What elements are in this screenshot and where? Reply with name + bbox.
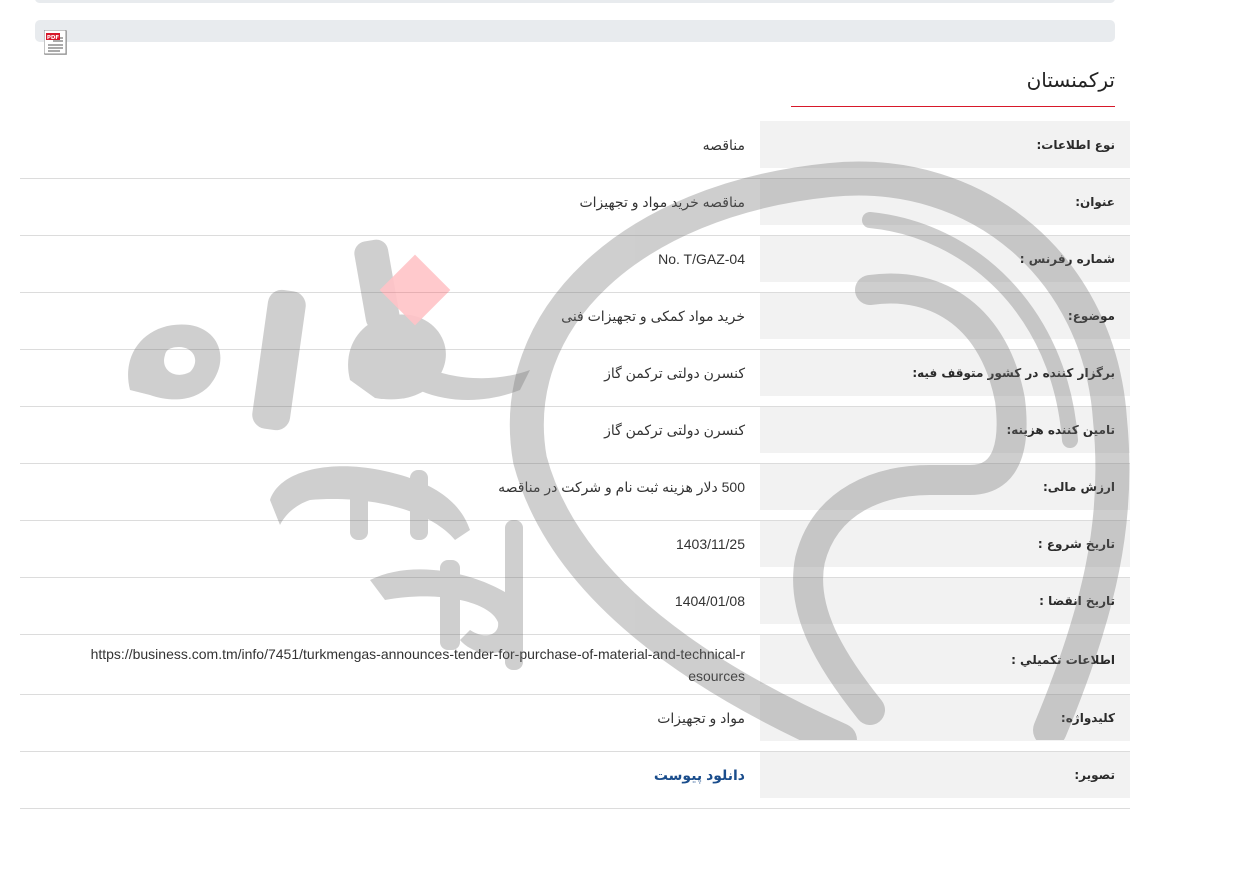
title-underline bbox=[791, 106, 1115, 107]
info-table: نوع اطلاعات: مناقصه عنوان: مناقصه خرید م… bbox=[20, 121, 1130, 809]
row-label: تصویر: bbox=[760, 752, 1130, 798]
info-row-reference: شماره رفرنس : No. T/GAZ-04 bbox=[20, 236, 1130, 293]
info-row-organizer: برگزار کننده در کشور متوقف فیه: کنسرن دو… bbox=[20, 350, 1130, 407]
row-label: برگزار کننده در کشور متوقف فیه: bbox=[760, 350, 1130, 396]
info-row-type: نوع اطلاعات: مناقصه bbox=[20, 121, 1130, 179]
row-value: No. T/GAZ-04 bbox=[658, 251, 745, 267]
row-label: شماره رفرنس : bbox=[760, 236, 1130, 282]
download-attachment-link[interactable]: دانلود پیوست bbox=[654, 764, 745, 786]
info-row-start-date: تاریخ شروع : 1403/11/25 bbox=[20, 521, 1130, 578]
row-value: مناقصه bbox=[702, 136, 745, 153]
row-value: خرید مواد کمکی و تجهیزات فنی bbox=[561, 308, 745, 324]
info-row-subject: موضوع: خرید مواد کمکی و تجهیزات فنی bbox=[20, 293, 1130, 350]
row-label: نوع اطلاعات: bbox=[760, 121, 1130, 168]
info-row-image: تصویر: دانلود پیوست bbox=[20, 752, 1130, 809]
info-row-value: ارزش مالی: 500 دلار هزینه ثبت نام و شرکت… bbox=[20, 464, 1130, 521]
row-label: موضوع: bbox=[760, 293, 1130, 339]
row-value: 1404/01/08 bbox=[674, 593, 745, 609]
row-value: کنسرن دولتی ترکمن گاز bbox=[604, 422, 745, 438]
row-value: 500 دلار هزینه ثبت نام و شرکت در مناقصه bbox=[498, 479, 745, 495]
row-label: تامین کننده هزینه: bbox=[760, 407, 1130, 453]
pdf-file-icon[interactable]: PDF bbox=[44, 30, 69, 56]
info-row-end-date: تاریخ انقضا : 1404/01/08 bbox=[20, 578, 1130, 635]
row-label: کلیدواژه: bbox=[760, 695, 1130, 741]
row-value: کنسرن دولتی ترکمن گاز bbox=[604, 365, 745, 381]
toolbar-bar bbox=[35, 20, 1115, 42]
svg-text:PDF: PDF bbox=[47, 35, 60, 41]
top-strip bbox=[35, 0, 1115, 3]
row-label: عنوان: bbox=[760, 179, 1130, 225]
row-label: تاریخ شروع : bbox=[760, 521, 1130, 567]
row-value-url: https://business.com.tm/info/7451/turkme… bbox=[90, 645, 745, 684]
row-value: مواد و تجهیزات bbox=[657, 710, 745, 726]
info-row-funder: تامین کننده هزینه: کنسرن دولتی ترکمن گاز bbox=[20, 407, 1130, 464]
row-value: مناقصه خرید مواد و تجهیزات bbox=[579, 194, 745, 210]
row-value: دانلود پیوست bbox=[20, 752, 760, 798]
row-label: اطلاعات تکميلي : bbox=[760, 635, 1130, 684]
info-row-more-info: اطلاعات تکميلي : https://business.com.tm… bbox=[20, 635, 1130, 695]
page-title: ترکمنستان bbox=[1026, 68, 1115, 92]
row-label: تاریخ انقضا : bbox=[760, 578, 1130, 624]
info-row-keywords: کلیدواژه: مواد و تجهیزات bbox=[20, 695, 1130, 752]
row-label: ارزش مالی: bbox=[760, 464, 1130, 510]
page: PDF ترکمنستان نوع اطلاعات: مناقصه عنوان:… bbox=[0, 0, 1239, 886]
row-value: 1403/11/25 bbox=[675, 536, 745, 552]
info-row-title: عنوان: مناقصه خرید مواد و تجهیزات bbox=[20, 179, 1130, 236]
